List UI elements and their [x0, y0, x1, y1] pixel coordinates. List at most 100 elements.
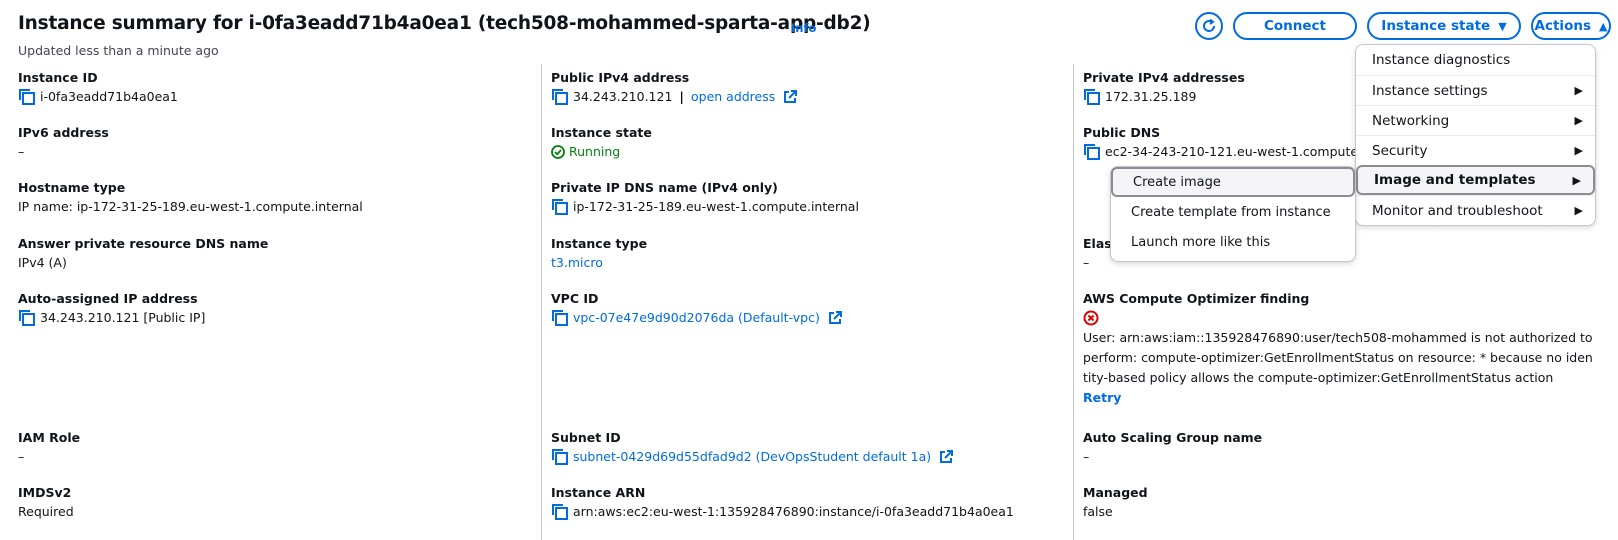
- asg-field: Auto Scaling Group name –: [1083, 430, 1262, 465]
- open-address-link[interactable]: open address: [691, 89, 775, 105]
- caret-right-icon: ▶: [1574, 114, 1583, 127]
- hostname-type-label: Hostname type: [18, 180, 126, 195]
- private-dns-label: Private IP DNS name (IPv4 only): [551, 180, 778, 195]
- copy-icon[interactable]: [551, 504, 569, 520]
- menu-item-label: Instance settings: [1372, 82, 1488, 99]
- iam-role-label: IAM Role: [18, 430, 81, 445]
- instance-state-field: Instance state Running: [551, 125, 652, 160]
- copy-icon[interactable]: [18, 89, 36, 105]
- iam-role-field: IAM Role –: [18, 430, 80, 465]
- image-templates-submenu: Create image Create template from instan…: [1110, 166, 1356, 262]
- optimizer-error-text: User: arn:aws:iam::135928476890:user/tec…: [1083, 330, 1593, 385]
- subnet-field: Subnet ID subnet-0429d69d55dfad9d2 (DevO…: [551, 430, 954, 465]
- separator: |: [679, 89, 684, 104]
- menu-item-label: Create template from instance: [1131, 204, 1331, 220]
- public-dns-value: ec2-34-243-210-121.eu-west-1.compute: [1105, 144, 1359, 159]
- instance-type-link[interactable]: t3.micro: [551, 255, 603, 271]
- vpc-field: VPC ID vpc-07e47e9d90d2076da (Default-vp…: [551, 291, 842, 326]
- instance-state-value: Running: [569, 144, 621, 159]
- imdsv2-value: Required: [18, 504, 74, 519]
- instance-state-label: Instance state: [551, 125, 652, 140]
- instance-state-label: Instance state: [1381, 18, 1491, 34]
- caret-right-icon: ▶: [1574, 144, 1583, 157]
- connect-button[interactable]: Connect: [1233, 12, 1357, 40]
- check-circle-icon: [551, 145, 565, 159]
- hostname-type-value: IP name: ip-172-31-25-189.eu-west-1.comp…: [18, 199, 363, 214]
- copy-icon[interactable]: [551, 449, 569, 465]
- public-ipv4-label: Public IPv4 address: [551, 70, 690, 85]
- menu-item-label: Image and templates: [1374, 172, 1536, 188]
- menu-item-networking[interactable]: Networking ▶: [1356, 105, 1595, 135]
- optimizer-label: AWS Compute Optimizer finding: [1083, 291, 1310, 306]
- last-updated-text: Updated less than a minute ago: [18, 43, 219, 58]
- arn-label: Instance ARN: [551, 485, 646, 500]
- private-dns-field: Private IP DNS name (IPv4 only) ip-172-3…: [551, 180, 859, 215]
- answer-dns-field: Answer private resource DNS name IPv4 (A…: [18, 236, 268, 271]
- hostname-type-field: Hostname type IP name: ip-172-31-25-189.…: [18, 180, 363, 215]
- actions-menu: Instance diagnostics Instance settings ▶…: [1355, 44, 1596, 226]
- copy-icon[interactable]: [551, 199, 569, 215]
- refresh-button[interactable]: [1195, 12, 1223, 40]
- copy-icon[interactable]: [18, 310, 36, 326]
- info-link[interactable]: Info: [791, 21, 816, 35]
- auto-ip-field: Auto-assigned IP address 34.243.210.121 …: [18, 291, 205, 326]
- iam-role-value: –: [18, 449, 25, 464]
- instance-id-label: Instance ID: [18, 70, 98, 85]
- menu-item-monitor-and-troubleshoot[interactable]: Monitor and troubleshoot ▶: [1356, 195, 1595, 225]
- caret-right-icon: ▶: [1574, 204, 1583, 217]
- managed-label: Managed: [1083, 485, 1148, 500]
- copy-icon[interactable]: [551, 89, 569, 105]
- elastic-ip-field: Elas –: [1083, 236, 1112, 271]
- external-link-icon[interactable]: [828, 311, 842, 325]
- vpc-link[interactable]: vpc-07e47e9d90d2076da (Default-vpc): [573, 310, 820, 326]
- instance-id-value: i-0fa3eadd71b4a0ea1: [40, 89, 178, 104]
- managed-field: Managed false: [1083, 485, 1148, 520]
- external-link-icon[interactable]: [783, 90, 798, 104]
- instance-type-label: Instance type: [551, 236, 648, 251]
- answer-dns-label: Answer private resource DNS name: [18, 236, 269, 251]
- copy-icon[interactable]: [1083, 89, 1101, 105]
- menu-item-label: Instance diagnostics: [1372, 52, 1511, 68]
- caret-down-icon: ▼: [1498, 19, 1507, 33]
- imdsv2-field: IMDSv2 Required: [18, 485, 74, 520]
- asg-label: Auto Scaling Group name: [1083, 430, 1263, 445]
- asg-value: –: [1083, 449, 1090, 464]
- retry-link[interactable]: Retry: [1083, 388, 1593, 408]
- menu-item-create-image[interactable]: Create image: [1111, 167, 1355, 197]
- public-ipv4-field: Public IPv4 address 34.243.210.121 | ope…: [551, 70, 798, 105]
- auto-ip-value: 34.243.210.121 [Public IP]: [40, 310, 206, 325]
- menu-item-label: Create image: [1133, 174, 1221, 190]
- ipv6-label: IPv6 address: [18, 125, 109, 140]
- menu-item-create-template[interactable]: Create template from instance: [1111, 197, 1355, 227]
- instance-state-button[interactable]: Instance state ▼: [1367, 12, 1521, 40]
- menu-item-security[interactable]: Security ▶: [1356, 135, 1595, 165]
- menu-item-label: Networking: [1372, 112, 1450, 129]
- refresh-icon: [1203, 18, 1216, 32]
- optimizer-field: AWS Compute Optimizer finding User: arn:…: [1083, 291, 1593, 408]
- menu-item-instance-diagnostics[interactable]: Instance diagnostics: [1356, 45, 1595, 75]
- caret-right-icon: ▶: [1574, 84, 1583, 97]
- connect-label: Connect: [1263, 18, 1326, 34]
- column-divider: [1073, 64, 1074, 540]
- private-ipv4-field: Private IPv4 addresses 172.31.25.189: [1083, 70, 1245, 105]
- error-icon: [1083, 310, 1099, 326]
- ipv6-field: IPv6 address –: [18, 125, 109, 160]
- menu-item-image-and-templates[interactable]: Image and templates ▶: [1356, 165, 1595, 195]
- ipv6-value: –: [18, 144, 25, 159]
- subnet-label: Subnet ID: [551, 430, 621, 445]
- menu-item-label: Monitor and troubleshoot: [1372, 202, 1543, 219]
- private-ipv4-value: 172.31.25.189: [1105, 89, 1197, 104]
- private-ipv4-label: Private IPv4 addresses: [1083, 70, 1245, 85]
- public-ipv4-value: 34.243.210.121: [573, 89, 673, 104]
- external-link-icon[interactable]: [939, 450, 954, 464]
- menu-item-label: Security: [1372, 142, 1428, 159]
- auto-ip-label: Auto-assigned IP address: [18, 291, 198, 306]
- menu-item-launch-more[interactable]: Launch more like this: [1111, 227, 1355, 257]
- private-dns-value: ip-172-31-25-189.eu-west-1.compute.inter…: [573, 199, 859, 214]
- subnet-link[interactable]: subnet-0429d69d55dfad9d2 (DevOpsStudent …: [573, 449, 931, 465]
- actions-button[interactable]: Actions ▲: [1531, 12, 1611, 40]
- menu-item-label: Launch more like this: [1131, 234, 1271, 250]
- copy-icon[interactable]: [1083, 144, 1101, 160]
- copy-icon[interactable]: [551, 310, 569, 326]
- menu-item-instance-settings[interactable]: Instance settings ▶: [1356, 75, 1595, 105]
